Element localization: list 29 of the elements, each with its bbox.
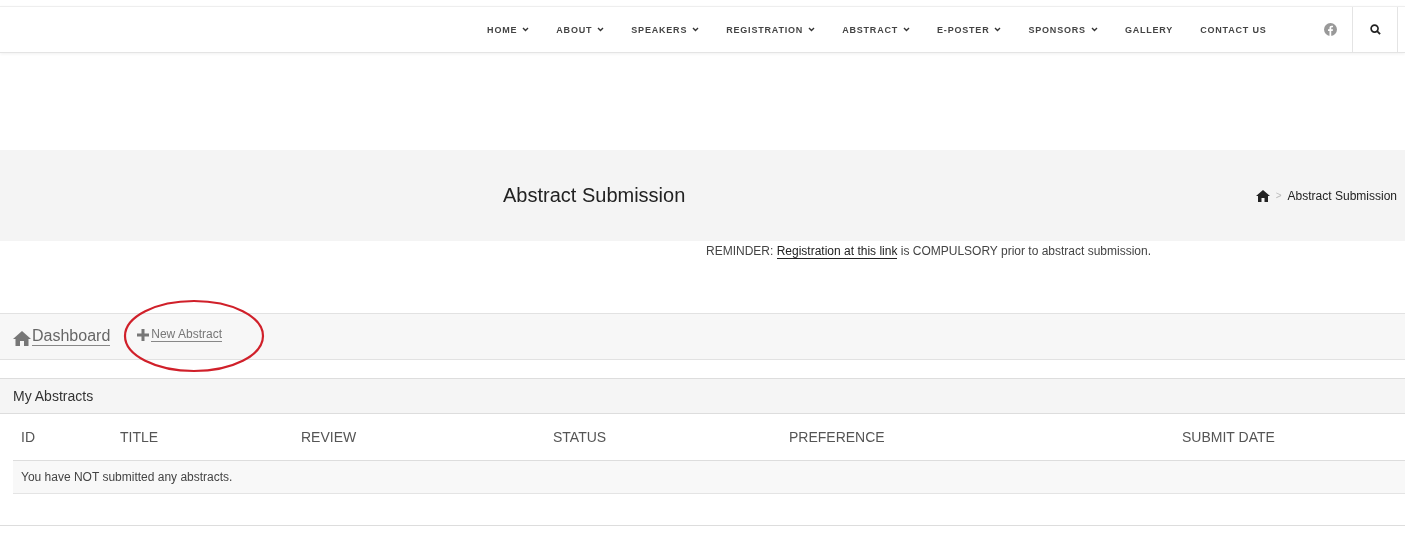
dashboard-link[interactable]: Dashboard [13, 327, 111, 346]
column-header: REVIEW [300, 429, 358, 445]
plus-icon [137, 328, 150, 341]
empty-message: You have NOT submitted any abstracts. [21, 470, 233, 484]
breadcrumb-current: Abstract Submission [1287, 188, 1397, 203]
nav-link[interactable]: E-POSTER [923, 24, 1015, 35]
nav-link[interactable]: REGISTRATION [712, 24, 829, 35]
nav-link[interactable]: SPONSORS [1014, 24, 1112, 35]
column-header: PREFERENCE [788, 429, 886, 445]
nav-link[interactable]: ABOUT [542, 24, 618, 35]
home-icon[interactable] [1255, 189, 1270, 202]
facebook-icon[interactable] [1323, 23, 1337, 36]
search-icon[interactable] [1369, 24, 1381, 35]
reminder-text: REMINDER: Registration at this link is COMPULSORY prior to abstract submission. [706, 244, 1153, 258]
column-header: ID [20, 429, 36, 445]
nav-link[interactable]: HOME [473, 24, 543, 35]
nav-link[interactable]: SPEAKERS [617, 24, 713, 35]
page-title: Abstract Submission [503, 184, 686, 207]
home-icon [13, 331, 31, 346]
column-header: TITLE [119, 429, 160, 445]
nav-link[interactable]: CONTACT US [1186, 24, 1280, 35]
nav-link[interactable]: ABSTRACT [828, 24, 924, 35]
breadcrumb-separator: > [1275, 190, 1282, 201]
column-header: STATUS [552, 429, 608, 445]
column-header: SUBMIT DATE [1181, 429, 1276, 445]
panel-title: My Abstracts [13, 388, 94, 404]
nav-link[interactable]: GALLERY [1111, 24, 1187, 35]
new-abstract-link[interactable]: New Abstract [137, 327, 222, 342]
registration-link[interactable]: Registration at this link [776, 244, 898, 259]
